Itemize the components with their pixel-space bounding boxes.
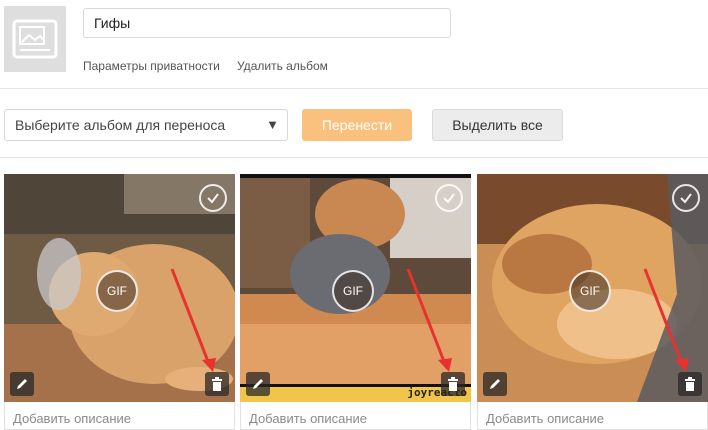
gif-badge[interactable]: GIF <box>569 270 611 312</box>
add-description-field[interactable]: Добавить описание <box>4 402 235 430</box>
delete-album-link[interactable]: Удалить альбом <box>237 59 328 73</box>
gif-thumbnail[interactable]: GIF <box>4 174 235 402</box>
delete-trash-icon[interactable] <box>441 372 465 396</box>
select-check-icon[interactable] <box>435 184 463 212</box>
image-placeholder-icon <box>12 19 58 59</box>
album-cover-thumbnail[interactable] <box>4 6 66 72</box>
gif-thumbnail[interactable]: joyreacto GIF <box>240 174 471 402</box>
add-description-field[interactable]: Добавить описание <box>477 402 708 430</box>
select-check-icon[interactable] <box>672 184 700 212</box>
divider <box>0 88 708 89</box>
photo-card: GIF Добавить описание <box>477 174 708 430</box>
privacy-settings-link[interactable]: Параметры приватности <box>83 59 220 73</box>
delete-trash-icon[interactable] <box>678 372 702 396</box>
add-description-field[interactable]: Добавить описание <box>240 402 471 430</box>
move-button[interactable]: Перенести <box>302 109 412 141</box>
gif-badge[interactable]: GIF <box>332 270 374 312</box>
gif-thumbnail[interactable]: GIF <box>477 174 708 402</box>
photo-card: joyreacto GIF Добавить описание <box>240 174 471 430</box>
target-album-select[interactable]: Выберите альбом для переноса ▼ <box>4 109 288 141</box>
dropdown-arrow-icon: ▼ <box>266 117 279 132</box>
select-check-icon[interactable] <box>199 184 227 212</box>
divider <box>0 157 708 158</box>
photo-card: GIF Добавить описание <box>4 174 235 430</box>
gif-badge[interactable]: GIF <box>96 270 138 312</box>
edit-pencil-icon[interactable] <box>483 372 507 396</box>
album-title-input[interactable] <box>83 8 451 38</box>
edit-pencil-icon[interactable] <box>10 372 34 396</box>
select-all-button[interactable]: Выделить все <box>432 109 563 141</box>
edit-pencil-icon[interactable] <box>246 372 270 396</box>
delete-trash-icon[interactable] <box>205 372 229 396</box>
select-placeholder: Выберите альбом для переноса <box>15 117 226 133</box>
